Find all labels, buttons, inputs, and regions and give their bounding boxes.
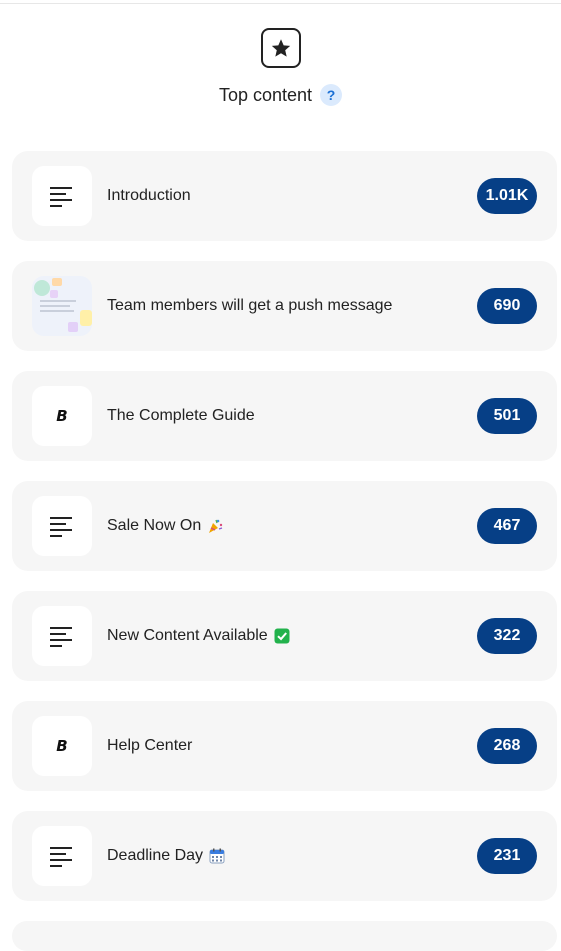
page-title: Top content	[218, 84, 313, 105]
list-item[interactable]: Sale Now On 467	[12, 481, 557, 571]
item-label: Help Center	[107, 737, 193, 754]
view-count-badge: 690	[477, 288, 537, 324]
view-count-badge: 467	[477, 508, 537, 544]
list-item[interactable]: B The Complete Guide 501	[12, 371, 557, 461]
help-icon[interactable]: ?	[320, 84, 343, 106]
list-item[interactable]: New Content Available 322	[12, 591, 557, 681]
view-count-badge: 501	[477, 398, 537, 434]
calendar-icon	[209, 848, 225, 864]
view-count-badge: 1.01K	[477, 178, 537, 214]
item-label: Sale Now On	[107, 517, 223, 535]
list-item[interactable]: B Help Center 268	[12, 701, 557, 791]
text-lines-icon	[32, 826, 92, 886]
item-label: The Complete Guide	[107, 407, 255, 424]
star-icon	[260, 28, 301, 68]
item-label: Introduction	[107, 187, 191, 204]
b-logo-icon: B	[32, 386, 92, 446]
list-item[interactable]: Introduction 1.01K	[12, 151, 557, 241]
top-divider	[0, 3, 561, 4]
top-content-list: Introduction 1.01K Team members will get…	[12, 151, 557, 921]
b-logo-icon: B	[32, 716, 92, 776]
image-thumbnail-icon	[32, 276, 92, 336]
list-item[interactable]: Deadline Day 231	[12, 811, 557, 901]
list-item[interactable]: Team members will get a push message 690	[12, 261, 557, 351]
check-mark-icon	[274, 628, 290, 644]
party-popper-icon	[207, 518, 223, 534]
item-label: Deadline Day	[107, 847, 225, 865]
text-lines-icon	[32, 166, 92, 226]
view-count-badge: 231	[477, 838, 537, 874]
top-content-header: Top content ?	[0, 28, 561, 106]
item-label: Team members will get a push message	[107, 297, 393, 314]
view-count-badge: 322	[477, 618, 537, 654]
text-lines-icon	[32, 606, 92, 666]
text-lines-icon	[32, 496, 92, 556]
view-count-badge: 268	[477, 728, 537, 764]
item-label: New Content Available	[107, 627, 290, 645]
list-item-partial[interactable]	[12, 921, 557, 951]
